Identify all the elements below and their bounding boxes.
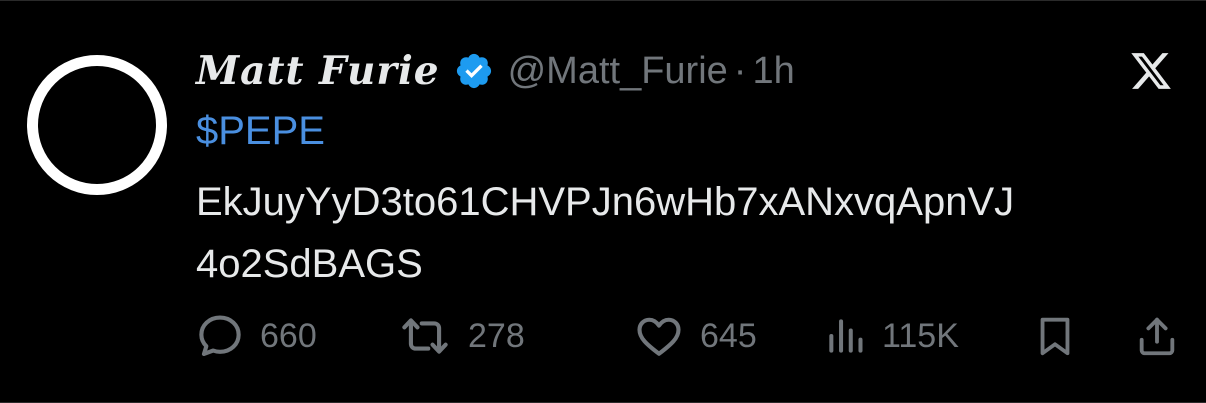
display-name[interactable]: Matt Furie — [196, 48, 440, 94]
repost-icon — [402, 318, 448, 354]
action-bar: 660 278 645 115K — [194, 308, 1180, 364]
bookmark-icon — [1040, 317, 1070, 356]
tweet-body-line: EkJuyYyD3to61CHVPJn6wHb7xANxvqApnVJ — [196, 180, 1015, 224]
tweet-body: EkJuyYyD3to61CHVPJn6wHb7xANxvqApnVJ 4o2S… — [196, 171, 1176, 295]
share-icon — [1139, 317, 1175, 356]
repost-button[interactable]: 278 — [396, 308, 525, 364]
share-button[interactable] — [1134, 308, 1180, 364]
cashtag-link[interactable]: $PEPE — [196, 109, 325, 154]
tweet-body-line: 4o2SdBAGS — [196, 242, 423, 286]
bookmark-button[interactable] — [1032, 308, 1078, 364]
like-button[interactable]: 645 — [632, 308, 757, 364]
timestamp[interactable]: 1h — [752, 50, 794, 93]
views-icon — [829, 319, 863, 353]
tweet-card[interactable]: Matt Furie @Matt_Furie · 1h $PEPE EkJuyY… — [0, 0, 1206, 403]
repost-count: 278 — [468, 316, 525, 355]
reply-icon — [199, 315, 241, 357]
reply-button[interactable]: 660 — [194, 308, 317, 364]
views-button[interactable]: 115K — [824, 308, 959, 364]
verified-badge-icon — [456, 53, 491, 89]
views-count: 115K — [882, 316, 959, 355]
heart-icon — [637, 317, 681, 356]
separator-dot: · — [733, 49, 747, 92]
like-count: 645 — [700, 316, 757, 355]
x-logo-icon — [1131, 53, 1171, 89]
user-handle[interactable]: @Matt_Furie — [508, 50, 728, 93]
reply-count: 660 — [260, 316, 317, 355]
avatar[interactable] — [27, 55, 167, 195]
tweet-header: Matt Furie @Matt_Furie · 1h — [196, 41, 795, 101]
